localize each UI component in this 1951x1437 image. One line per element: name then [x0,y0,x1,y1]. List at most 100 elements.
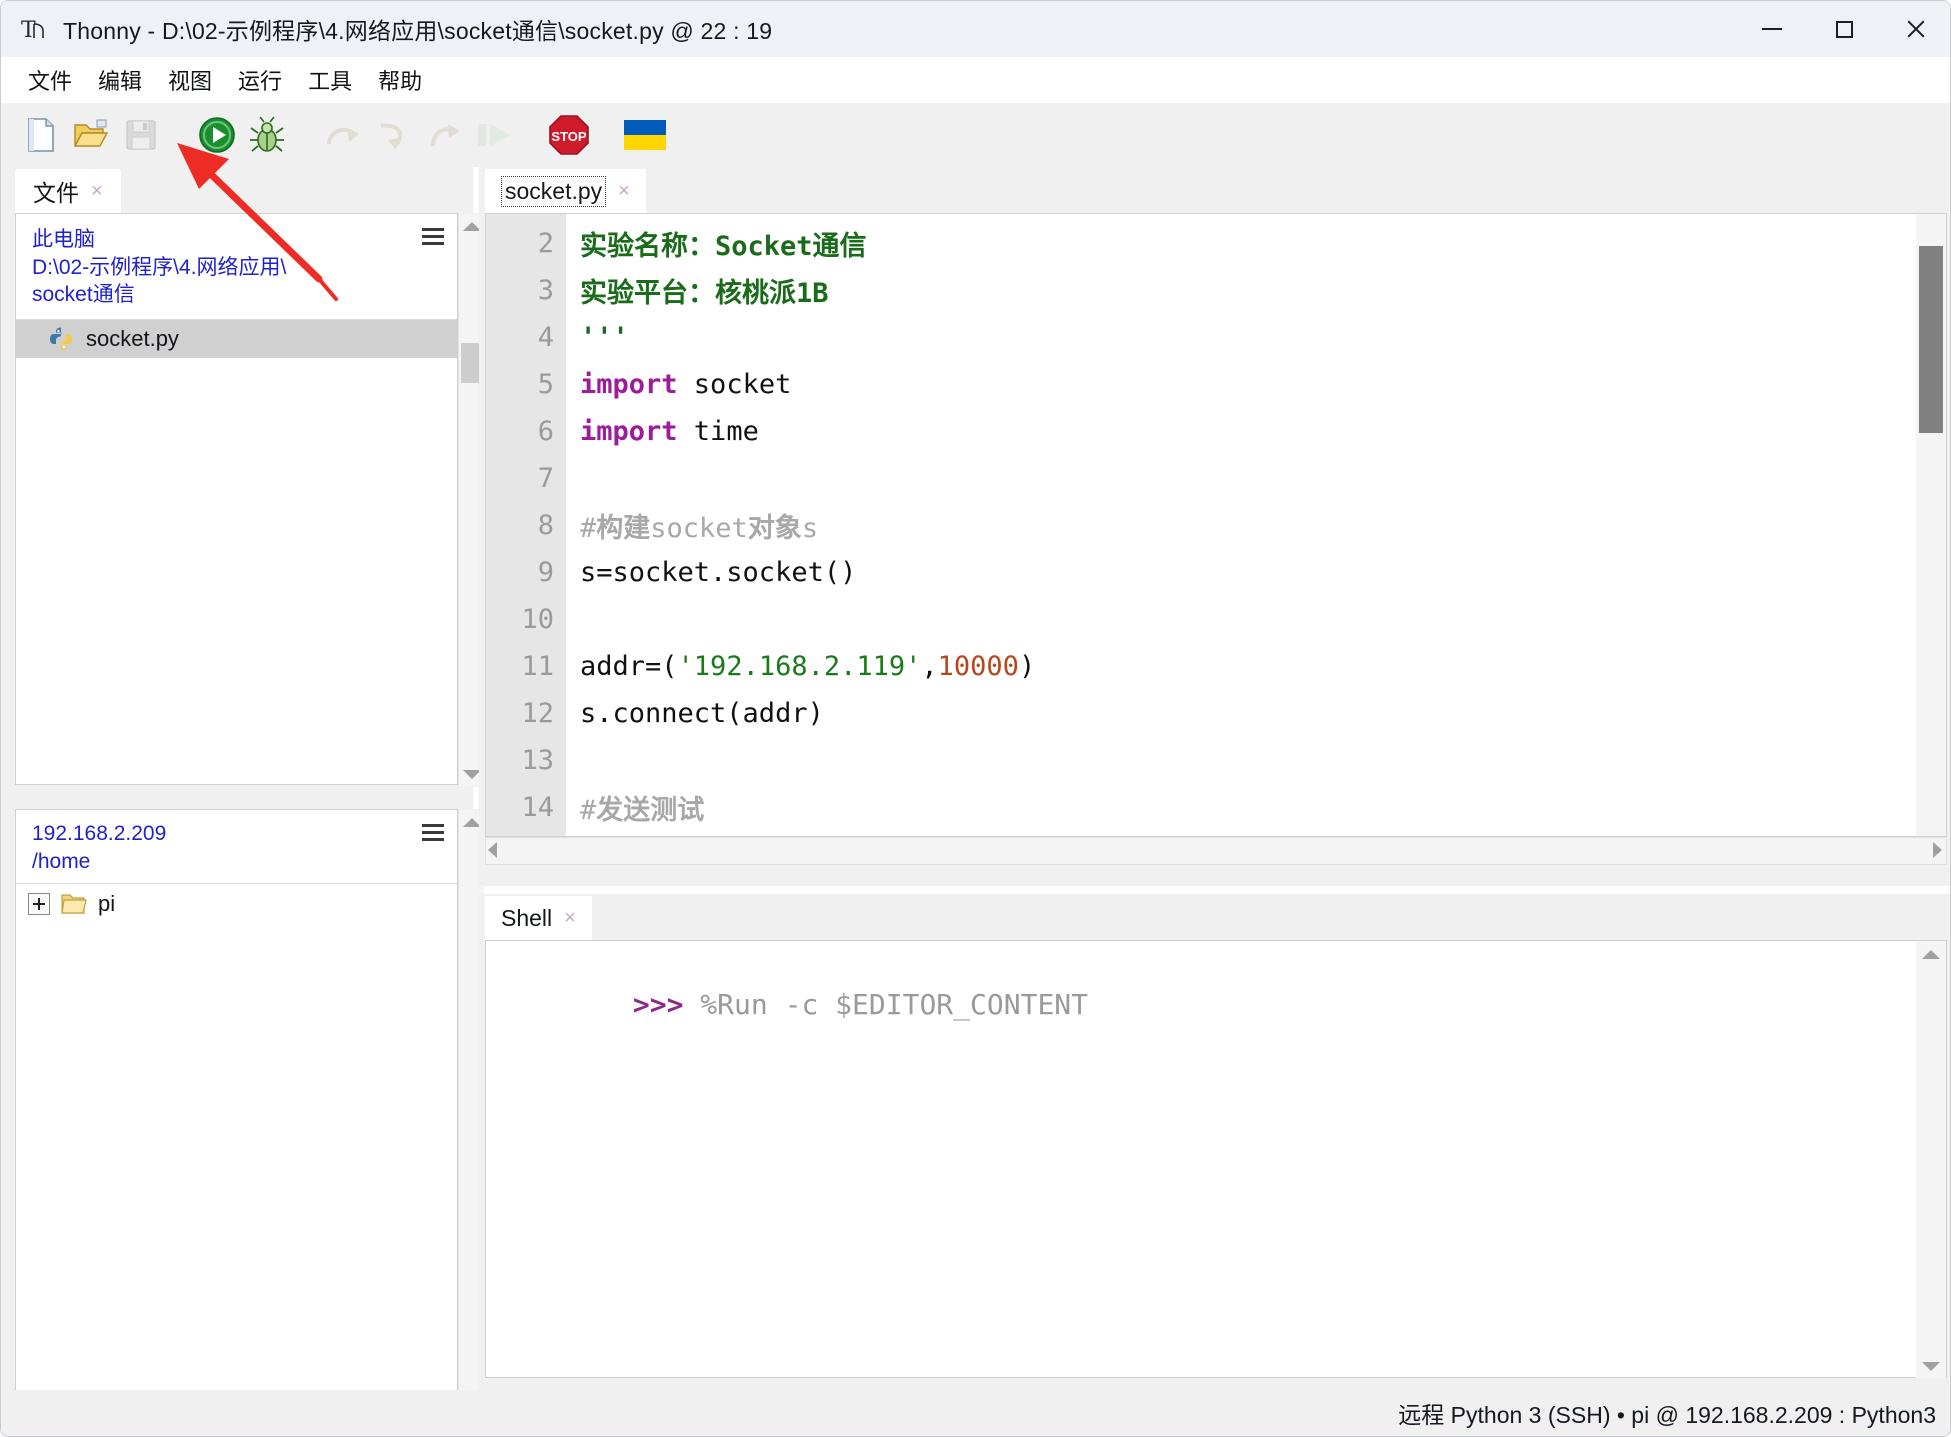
toolbar-step-over[interactable] [321,113,365,157]
step-over-icon [327,127,359,145]
expand-plus-icon[interactable] [28,893,50,916]
window-controls [1736,1,1950,57]
code-text: ''' [566,322,629,353]
tab-socket-py[interactable]: socket.py × [485,169,646,213]
local-path-line-2[interactable]: socket通信 [32,281,441,309]
toolbar-run[interactable] [195,113,239,157]
code-lines[interactable]: 2 实验名称：Socket通信 3 实验平台：核桃派1B 4 ''' 5 import soc… [486,220,1946,836]
code-line[interactable]: 14 #发送测试 [486,784,1946,831]
code-line[interactable]: 5 import socket [486,361,1946,408]
code-line[interactable]: 6 import time [486,408,1946,455]
maximize-button[interactable] [1808,1,1880,57]
menu-run[interactable]: 运行 [225,60,295,100]
local-files-header: 此电脑 D:\02-示例程序\4.网络应用\ socket通信 [16,214,457,321]
python-file-icon [50,327,72,351]
local-root-label[interactable]: 此电脑 [32,226,441,254]
code-line[interactable]: 12 s.connect(addr) [486,690,1946,737]
editor-horizontal-scrollbar[interactable] [485,837,1947,865]
code-line[interactable]: 8 #构建socket对象s [486,502,1946,549]
close-icon [1905,18,1927,40]
list-item[interactable]: socket.py [16,320,457,359]
code-line[interactable]: 11 addr=('192.168.2.119',10000) [486,643,1946,690]
code-token: socket [677,369,792,400]
ukraine-flag-icon [624,120,666,150]
toolbar-stop[interactable]: STOP [547,113,591,157]
thonny-logo-icon: T [19,14,53,44]
line-number: 9 [537,557,554,588]
line-number: 2 [537,228,554,259]
scroll-up-arrow-icon[interactable] [1916,941,1946,967]
code-line[interactable]: 13 [486,737,1946,784]
editor-panel: socket.py × 2 实验名称：Socket通信 3 实验平台：核桃派1B 4 ''… [479,167,1950,886]
toolbar-save-file[interactable] [119,113,163,157]
close-icon[interactable]: × [91,180,103,203]
scroll-right-arrow-icon[interactable] [1933,842,1942,858]
minimize-button[interactable] [1736,1,1808,57]
code-line[interactable]: 4 ''' [486,314,1946,361]
status-bar: 远程 Python 3 (SSH) • pi @ 192.168.2.209 :… [1,1390,1950,1436]
hamburger-menu-icon[interactable] [422,824,444,845]
menu-file[interactable]: 文件 [15,60,85,100]
save-disk-icon [126,120,156,150]
left-panel-tabbar: 文件 × [15,167,121,213]
toolbar: STOP [1,103,1950,167]
close-icon[interactable]: × [564,907,576,930]
line-number: 14 [521,792,554,823]
code-editor[interactable]: 2 实验名称：Socket通信 3 实验平台：核桃派1B 4 ''' 5 import soc… [485,213,1947,837]
line-number: 12 [521,698,554,729]
shell-command: %Run -c $EDITOR_CONTENT [700,988,1089,1021]
scrollbar-thumb[interactable] [1919,246,1943,433]
toolbar-debug[interactable] [245,113,289,157]
code-line[interactable]: 2 实验名称：Socket通信 [486,220,1946,267]
local-path-line-1[interactable]: D:\02-示例程序\4.网络应用\ [32,254,441,282]
thonny-window: T Thonny - D:\02-示例程序\4.网络应用\socket通信\so… [0,0,1951,1437]
code-token: time [677,416,759,447]
shell-vertical-scrollbar[interactable] [1916,941,1946,1379]
list-item-label: socket.py [86,326,179,352]
scroll-left-arrow-icon[interactable] [488,842,497,858]
menu-tools[interactable]: 工具 [295,60,365,100]
remote-files-panel: 192.168.2.209 /home pi [15,809,484,1436]
toolbar-step-out[interactable] [421,113,465,157]
tab-files[interactable]: 文件 × [15,169,121,213]
code-text: #发送测试 [566,788,704,827]
code-line[interactable]: 10 [486,596,1946,643]
code-text: import time [566,416,759,447]
toolbar-resume[interactable] [471,113,515,157]
menu-help[interactable]: 帮助 [365,60,435,100]
tab-socket-py-label: socket.py [501,175,607,207]
tab-shell[interactable]: Shell × [485,896,592,940]
hamburger-menu-icon[interactable] [422,228,444,249]
line-number: 10 [521,604,554,635]
status-interpreter-label[interactable]: 远程 Python 3 (SSH) • pi @ 192.168.2.209 :… [1398,1396,1936,1430]
line-number: 7 [537,463,554,494]
toolbar-ukraine-flag[interactable] [623,113,667,157]
shell-prompt: >>> [632,988,684,1021]
menu-edit[interactable]: 编辑 [85,60,155,100]
maximize-icon [1835,20,1853,38]
toolbar-step-into[interactable] [371,113,415,157]
remote-host-label[interactable]: 192.168.2.209 [32,820,441,848]
code-line[interactable]: 3 实验平台：核桃派1B [486,267,1946,314]
code-token: 实验名称： [580,231,715,262]
code-token: 1B [796,278,829,309]
close-icon[interactable]: × [618,180,630,203]
code-token: '192.168.2.119' [677,651,922,682]
line-number: 8 [537,510,554,541]
local-files-panel: 此电脑 D:\02-示例程序\4.网络应用\ socket通信 socket.p… [15,213,484,787]
toolbar-open-file[interactable] [69,113,113,157]
menu-view[interactable]: 视图 [155,60,225,100]
shell-output[interactable]: >>> %Run -c $EDITOR_CONTENT [485,940,1947,1379]
toolbar-new-file[interactable] [19,113,63,157]
scroll-down-arrow-icon[interactable] [1916,1353,1946,1379]
code-text: addr=('192.168.2.119',10000) [566,651,1035,682]
line-number: 6 [537,416,554,447]
close-button[interactable] [1880,1,1950,57]
editor-vertical-scrollbar[interactable] [1916,214,1946,836]
list-item[interactable]: pi [16,884,457,924]
shell-panel: Shell × >>> %Run -c $EDITOR_CONTENT [479,894,1950,1392]
remote-path-label[interactable]: /home [32,848,441,876]
code-line[interactable]: 9 s=socket.socket() [486,549,1946,596]
code-line[interactable]: 7 [486,455,1946,502]
code-token: 10000 [937,651,1019,682]
